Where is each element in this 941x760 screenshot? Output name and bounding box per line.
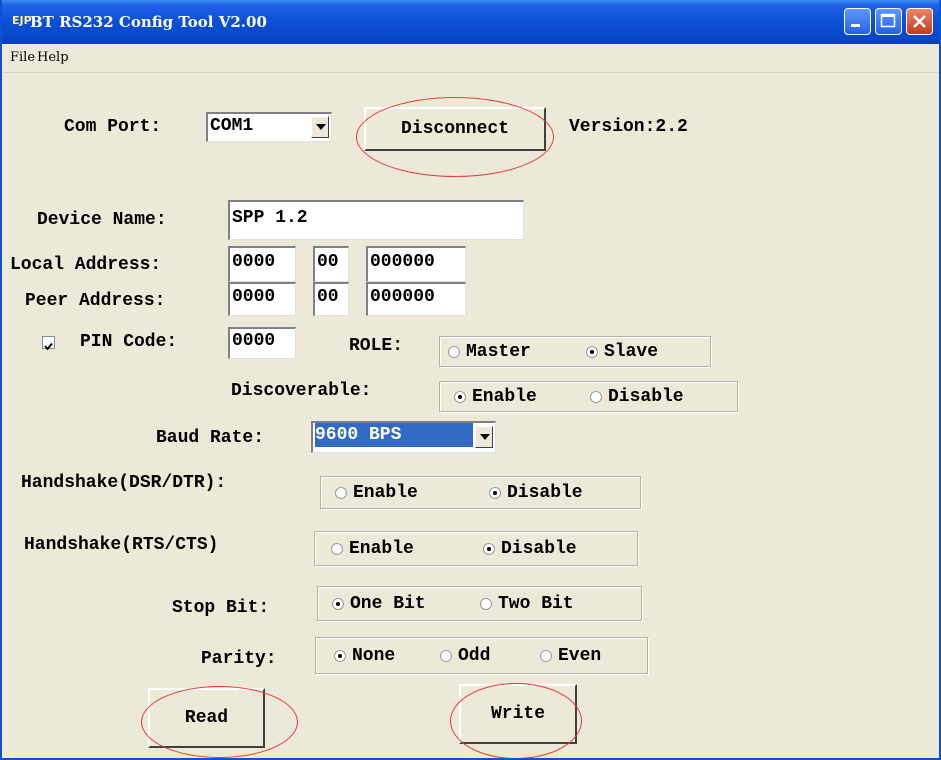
parity-none-label: None bbox=[352, 646, 396, 666]
device-name-label: Device Name: bbox=[37, 210, 167, 230]
com-port-value: COM1 bbox=[210, 116, 254, 136]
peer-address-part3-input[interactable]: 000000 bbox=[366, 282, 466, 316]
discoverable-disable-label: Disable bbox=[608, 387, 684, 407]
pin-code-checkbox[interactable] bbox=[42, 336, 55, 351]
stop-bit-one-radio[interactable] bbox=[332, 598, 344, 610]
stop-bit-one-option[interactable]: One Bit bbox=[332, 587, 426, 621]
chevron-down-icon bbox=[480, 434, 490, 440]
role-slave-option[interactable]: Slave bbox=[586, 337, 658, 367]
handshake-dsr-radio-group: Enable Disable bbox=[320, 476, 642, 510]
parity-even-radio[interactable] bbox=[540, 650, 552, 662]
discoverable-enable-label: Enable bbox=[472, 387, 537, 407]
handshake-rts-disable-option[interactable]: Disable bbox=[483, 532, 577, 566]
baud-rate-value: 9600 BPS bbox=[315, 423, 473, 447]
role-master-radio[interactable] bbox=[448, 346, 460, 358]
handshake-rts-enable-label: Enable bbox=[349, 539, 414, 559]
stop-bit-two-option[interactable]: Two Bit bbox=[480, 587, 574, 621]
stop-bit-two-radio[interactable] bbox=[480, 598, 492, 610]
com-port-dropdown-arrow[interactable] bbox=[311, 116, 329, 138]
chevron-down-icon bbox=[316, 124, 326, 130]
handshake-dsr-enable-radio[interactable] bbox=[335, 487, 347, 499]
baud-rate-dropdown-arrow[interactable] bbox=[475, 426, 493, 448]
handshake-dsr-disable-option[interactable]: Disable bbox=[489, 477, 583, 509]
com-port-select[interactable]: COM1 bbox=[206, 112, 332, 142]
close-button[interactable] bbox=[906, 8, 933, 35]
handshake-dsr-disable-label: Disable bbox=[507, 483, 583, 503]
maximize-icon bbox=[880, 13, 896, 28]
peer-address-label: Peer Address: bbox=[25, 291, 166, 311]
close-icon bbox=[913, 15, 926, 28]
local-address-label: Local Address: bbox=[10, 255, 162, 275]
role-slave-label: Slave bbox=[604, 342, 659, 362]
discoverable-enable-radio[interactable] bbox=[454, 391, 466, 403]
parity-even-option[interactable]: Even bbox=[540, 638, 601, 674]
handshake-dsr-disable-radio[interactable] bbox=[489, 487, 501, 499]
menu-file[interactable]: File bbox=[10, 50, 35, 65]
minimize-button[interactable] bbox=[844, 8, 871, 35]
stop-bit-two-label: Two Bit bbox=[498, 594, 574, 614]
pin-code-input[interactable]: 0000 bbox=[228, 327, 296, 359]
local-address-part3-input[interactable]: 000000 bbox=[366, 246, 466, 282]
peer-address-part2-input[interactable]: 00 bbox=[313, 282, 349, 316]
write-button[interactable]: Write bbox=[459, 684, 577, 744]
stop-bit-radio-group: One Bit Two Bit bbox=[317, 586, 643, 622]
handshake-rts-radio-group: Enable Disable bbox=[314, 531, 639, 567]
stop-bit-one-label: One Bit bbox=[350, 594, 426, 614]
menu-help[interactable]: Help bbox=[37, 50, 69, 65]
discoverable-disable-option[interactable]: Disable bbox=[590, 382, 684, 412]
handshake-dsr-enable-option[interactable]: Enable bbox=[335, 477, 418, 509]
pin-code-label: PIN Code: bbox=[80, 332, 178, 352]
handshake-rts-disable-label: Disable bbox=[501, 539, 577, 559]
handshake-rts-enable-radio[interactable] bbox=[331, 543, 343, 555]
device-name-input[interactable]: SPP 1.2 bbox=[228, 200, 524, 240]
parity-odd-option[interactable]: Odd bbox=[440, 638, 490, 674]
peer-address-part1-input[interactable]: 0000 bbox=[228, 282, 296, 316]
read-button[interactable]: Read bbox=[148, 688, 265, 748]
minimize-icon bbox=[851, 24, 860, 27]
menu-bar: File Help bbox=[4, 44, 939, 73]
handshake-rts-label: Handshake(RTS/CTS) bbox=[24, 535, 219, 555]
handshake-dsr-label: Handshake(DSR/DTR): bbox=[21, 473, 227, 493]
parity-odd-label: Odd bbox=[458, 646, 491, 666]
role-master-label: Master bbox=[466, 342, 531, 362]
window-title: BT RS232 Config Tool V2.00 bbox=[30, 13, 267, 31]
version-label: Version:2.2 bbox=[569, 117, 688, 137]
handshake-rts-enable-option[interactable]: Enable bbox=[331, 532, 414, 566]
discoverable-enable-option[interactable]: Enable bbox=[454, 382, 537, 412]
discoverable-radio-group: Enable Disable bbox=[439, 381, 739, 413]
discoverable-label: Discoverable: bbox=[231, 381, 372, 401]
title-bar[interactable]: EJP BT RS232 Config Tool V2.00 bbox=[2, 0, 939, 44]
parity-none-option[interactable]: None bbox=[334, 638, 395, 674]
handshake-dsr-enable-label: Enable bbox=[353, 483, 418, 503]
baud-rate-label: Baud Rate: bbox=[156, 428, 265, 448]
stop-bit-label: Stop Bit: bbox=[172, 598, 270, 618]
disconnect-button[interactable]: Disconnect bbox=[364, 107, 546, 151]
discoverable-disable-radio[interactable] bbox=[590, 391, 602, 403]
checkmark-icon bbox=[44, 342, 53, 351]
role-slave-radio[interactable] bbox=[586, 346, 598, 358]
app-window: EJP BT RS232 Config Tool V2.00 File Help… bbox=[0, 0, 941, 760]
parity-none-radio[interactable] bbox=[334, 650, 346, 662]
parity-radio-group: None Odd Even bbox=[315, 637, 649, 675]
baud-rate-select[interactable]: 9600 BPS bbox=[311, 421, 496, 453]
maximize-button[interactable] bbox=[875, 8, 902, 35]
local-address-part2-input[interactable]: 00 bbox=[313, 246, 349, 282]
parity-odd-radio[interactable] bbox=[440, 650, 452, 662]
parity-label: Parity: bbox=[201, 649, 277, 669]
handshake-rts-disable-radio[interactable] bbox=[483, 543, 495, 555]
com-port-label: Com Port: bbox=[64, 117, 162, 137]
role-radio-group: Master Slave bbox=[439, 336, 712, 368]
parity-even-label: Even bbox=[558, 646, 602, 666]
role-label: ROLE: bbox=[349, 336, 404, 356]
app-icon: EJP bbox=[12, 14, 32, 27]
role-master-option[interactable]: Master bbox=[448, 337, 531, 367]
local-address-part1-input[interactable]: 0000 bbox=[228, 246, 296, 282]
